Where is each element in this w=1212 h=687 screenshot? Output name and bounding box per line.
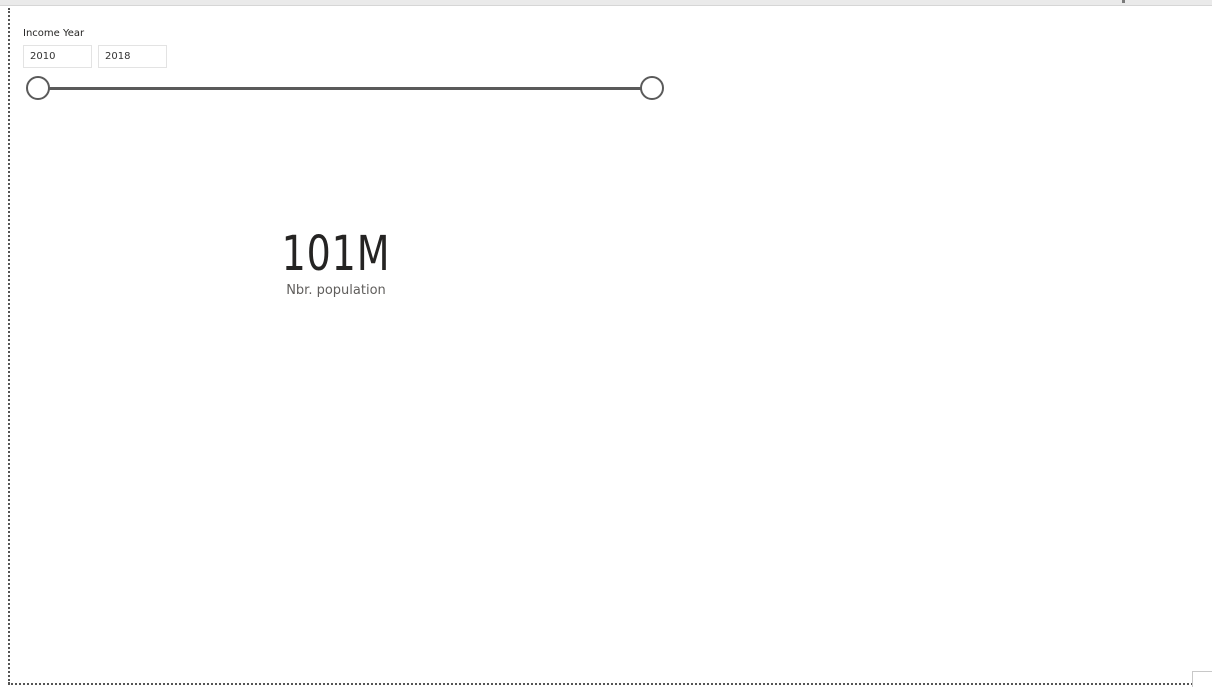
page-selection-border-left [8, 8, 10, 684]
page-selection-border-bottom [8, 683, 1212, 685]
population-card[interactable]: 101M Nbr. population [236, 222, 436, 312]
range-start-input[interactable]: 2010 [23, 45, 92, 68]
income-year-slicer[interactable]: Income Year 2010 2018 [22, 26, 672, 106]
card-value: 101M [281, 226, 391, 282]
range-end-input[interactable]: 2018 [98, 45, 167, 68]
slider-start-handle-icon[interactable] [26, 76, 50, 100]
toolbar-marker [1122, 0, 1125, 3]
slicer-title: Income Year [23, 28, 85, 39]
page-resize-handle[interactable] [1192, 671, 1212, 687]
top-toolbar-strip [0, 0, 1212, 6]
slider-track[interactable] [37, 87, 652, 90]
slider-end-handle-icon[interactable] [640, 76, 664, 100]
report-canvas: Income Year 2010 2018 101M Nbr. populati… [0, 0, 1212, 687]
